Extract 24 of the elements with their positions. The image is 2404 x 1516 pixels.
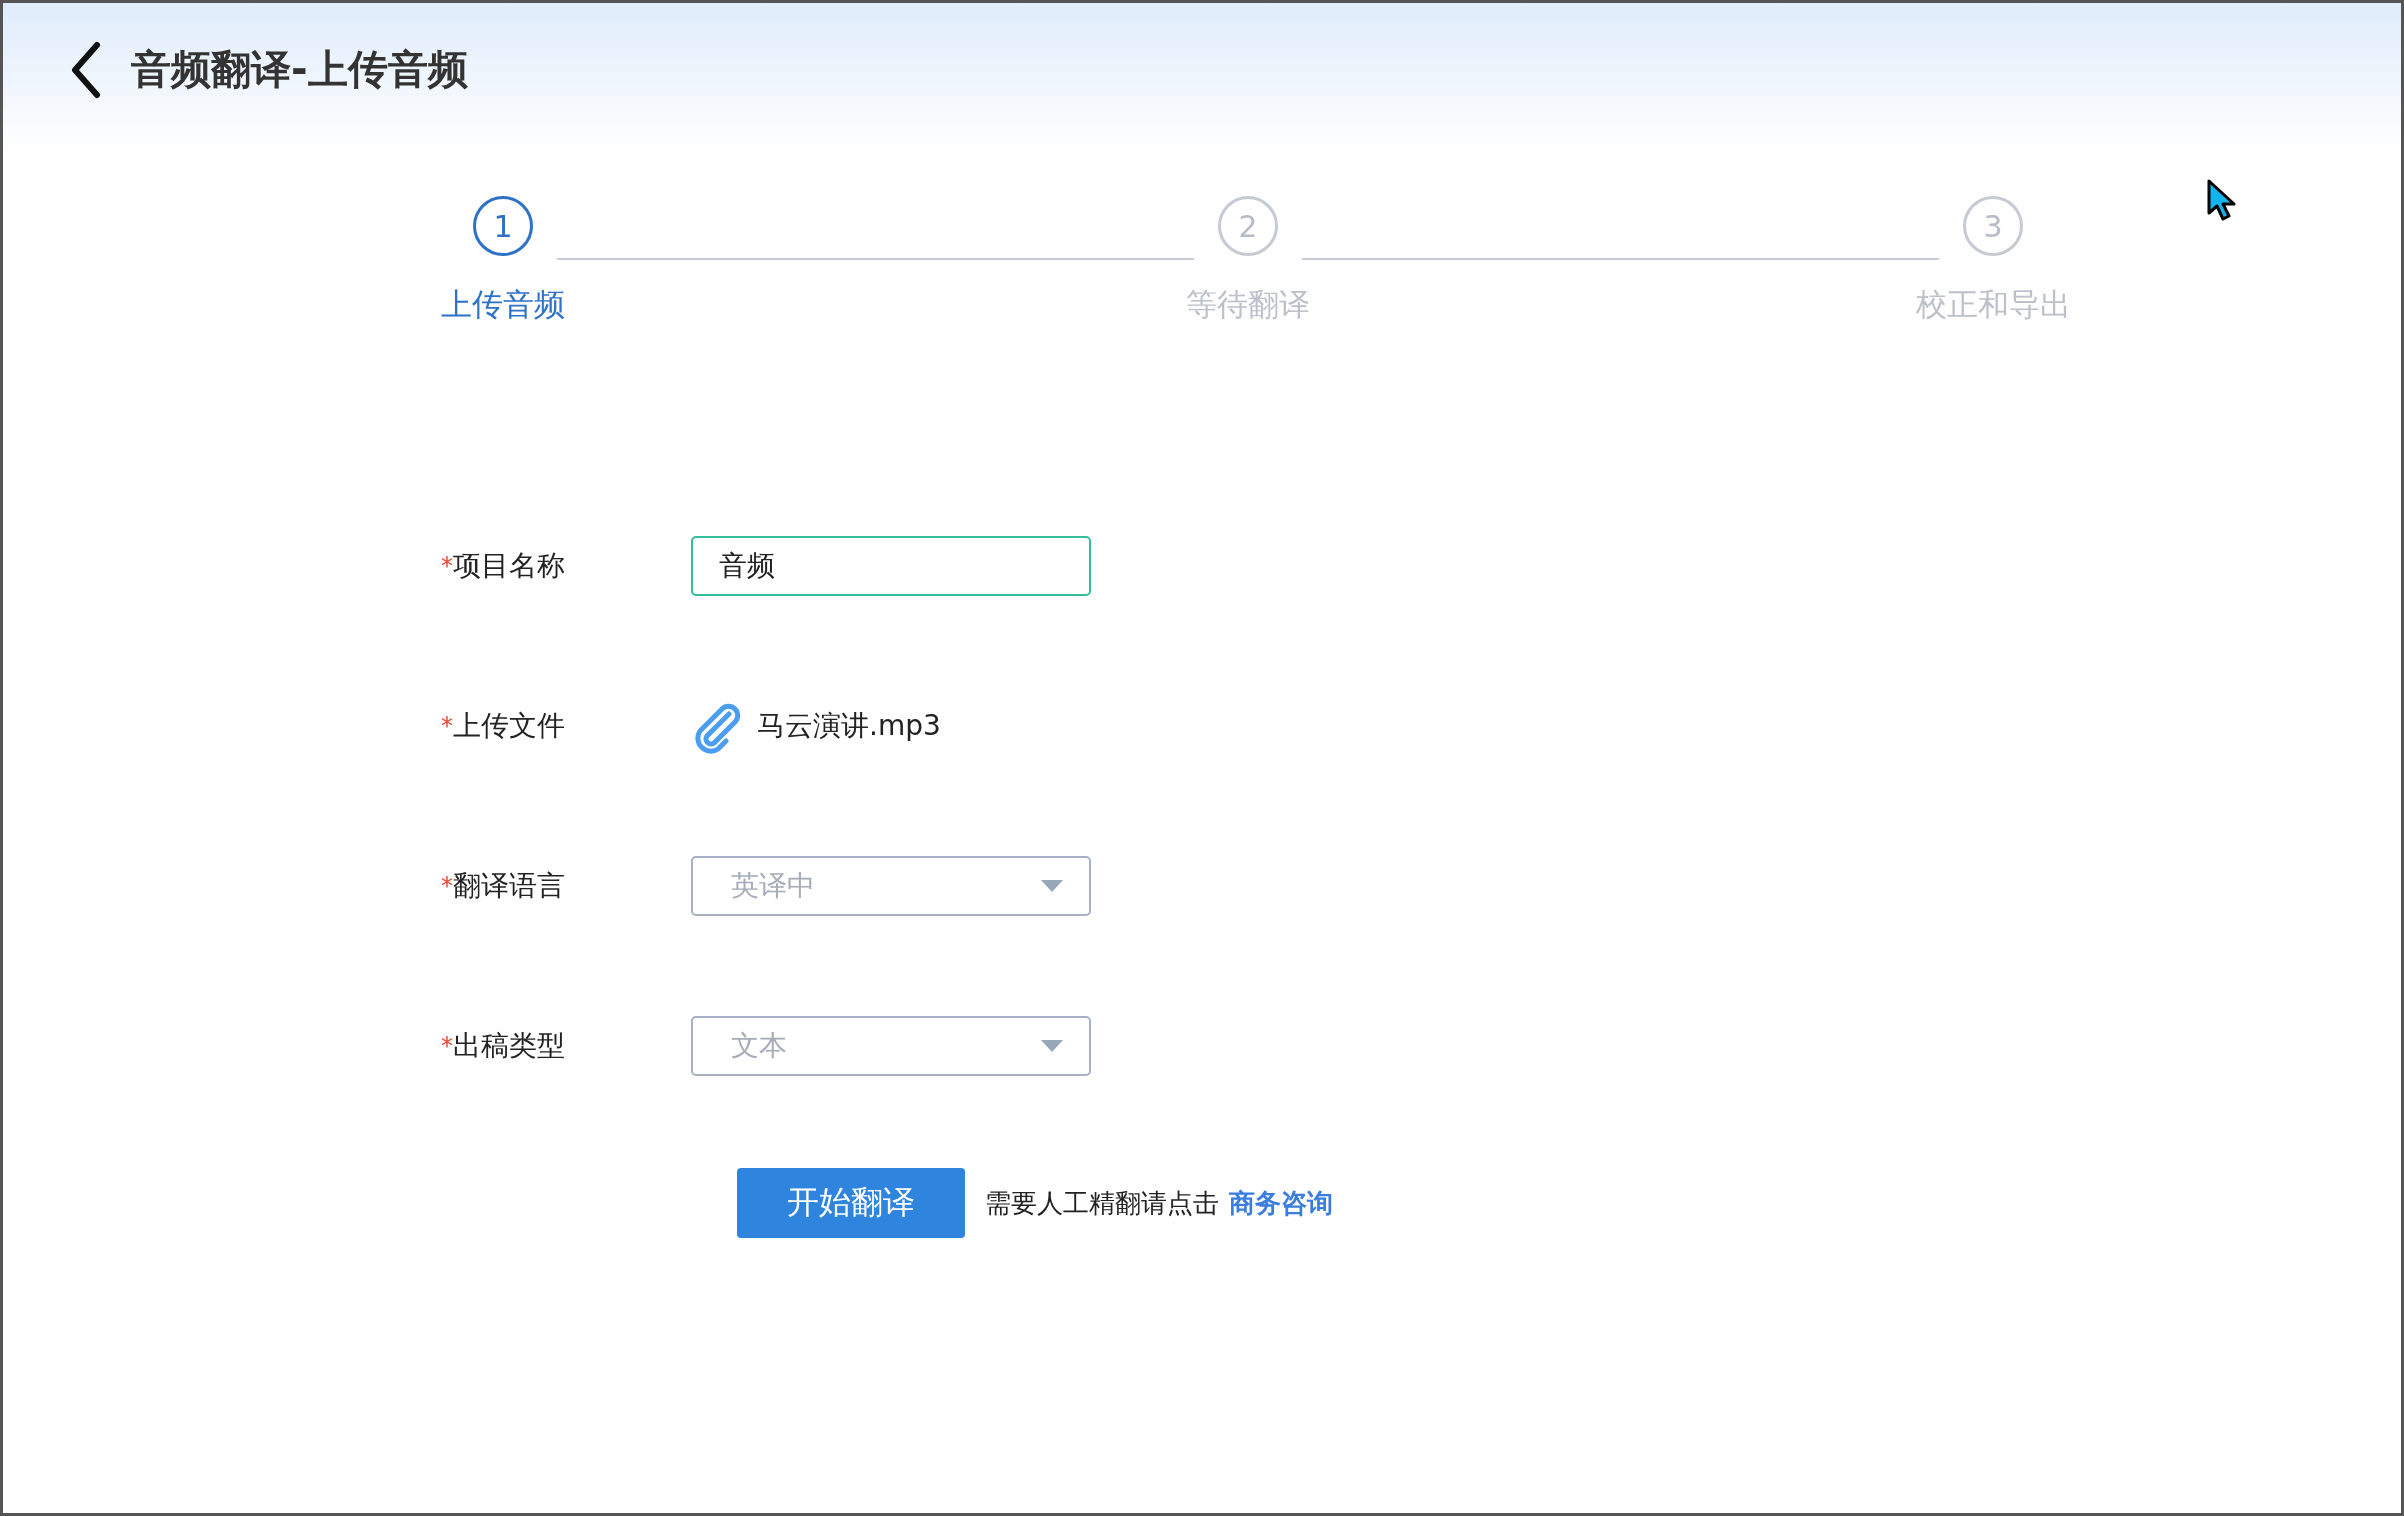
required-asterisk: * bbox=[441, 1032, 453, 1060]
step-number: 3 bbox=[1963, 196, 2023, 256]
file-name: 马云演讲.mp3 bbox=[757, 708, 941, 744]
step-label: 上传音频 bbox=[441, 285, 565, 324]
start-translation-button[interactable]: 开始翻译 bbox=[737, 1168, 965, 1238]
caret-down-icon bbox=[1041, 880, 1063, 892]
project-name-field[interactable]: 音频 bbox=[691, 536, 1091, 596]
required-asterisk: * bbox=[441, 552, 453, 580]
step-label: 等待翻译 bbox=[1186, 285, 1310, 324]
field-label: 上传文件 bbox=[453, 708, 565, 744]
consult-link[interactable]: 商务咨询 bbox=[1229, 1185, 1333, 1221]
field-label: 项目名称 bbox=[453, 548, 565, 584]
required-asterisk: * bbox=[441, 872, 453, 900]
field-label: 翻译语言 bbox=[453, 868, 565, 904]
back-chevron-icon[interactable] bbox=[69, 40, 103, 99]
field-label: 出稿类型 bbox=[453, 1028, 565, 1064]
mouse-pointer-icon bbox=[2207, 179, 2237, 221]
step-number: 2 bbox=[1218, 196, 1278, 256]
page-title: 音频翻译-上传音频 bbox=[131, 45, 468, 94]
hint-text: 需要人工精翻请点击 bbox=[985, 1186, 1219, 1220]
step-label: 校正和导出 bbox=[1915, 285, 2071, 324]
caret-down-icon bbox=[1041, 1040, 1063, 1052]
required-asterisk: * bbox=[441, 712, 453, 740]
step-number: 1 bbox=[473, 196, 533, 256]
